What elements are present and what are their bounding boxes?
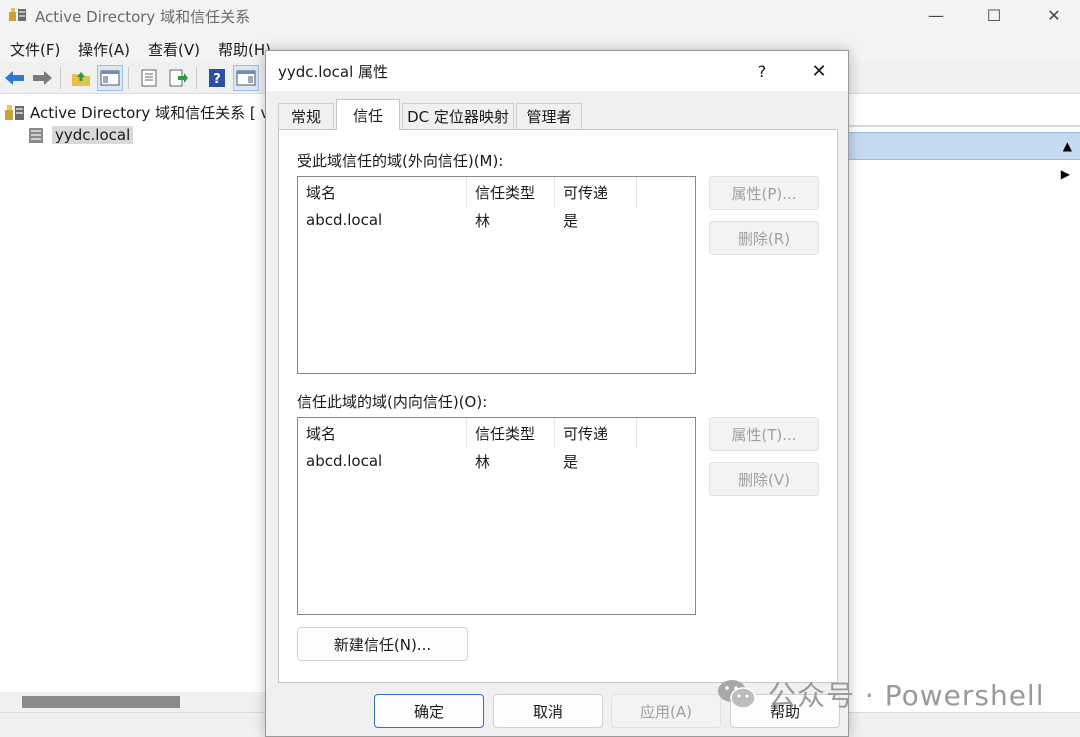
- close-window-button[interactable]: ✕: [1028, 0, 1080, 30]
- watermark: 公众号 · Powershell: [716, 676, 1044, 712]
- cell-domain: abcd.local: [306, 452, 383, 470]
- expand-right-icon[interactable]: ▶: [1061, 167, 1070, 181]
- column-header-transitive[interactable]: 可传递: [555, 418, 637, 448]
- menu-file[interactable]: 文件(F): [10, 39, 60, 60]
- cell-transitive: 是: [563, 211, 579, 230]
- help-book-icon: ?: [209, 69, 225, 87]
- ad-domains-app-icon: [8, 6, 28, 24]
- cell-domain: abcd.local: [306, 211, 383, 229]
- dialog-close-button[interactable]: ✕: [804, 58, 834, 84]
- svg-text:?: ?: [213, 72, 221, 87]
- new-trust-button[interactable]: 新建信任(N)...: [297, 627, 468, 661]
- dialog-title-bar: yydc.local 属性 ? ✕: [266, 51, 848, 91]
- list-item[interactable]: abcd.local 林 是: [298, 207, 695, 233]
- toolbar-separator: [60, 67, 61, 89]
- maximize-icon: ☐: [986, 5, 1002, 25]
- tab-label: DC 定位器映射: [407, 108, 509, 126]
- tab-general[interactable]: 常规: [278, 103, 334, 129]
- show-hide-tree-button[interactable]: [97, 65, 123, 91]
- show-hide-action-pane-button[interactable]: [233, 65, 259, 91]
- cell-trust-type: 林: [475, 211, 491, 230]
- collapse-up-icon: ▲: [1062, 139, 1072, 153]
- back-arrow-icon: [5, 71, 24, 85]
- incoming-trusts-list[interactable]: 域名 信任类型 可传递 abcd.local 林 是: [297, 417, 696, 615]
- export-list-icon: [169, 69, 188, 87]
- cell-trust-type: 林: [475, 452, 491, 471]
- close-icon: ✕: [1047, 5, 1061, 25]
- back-button[interactable]: [2, 65, 28, 91]
- list-item[interactable]: abcd.local 林 是: [298, 448, 695, 474]
- tab-trusts[interactable]: 信任: [336, 99, 400, 130]
- column-header-domain[interactable]: 域名: [298, 418, 467, 448]
- minimize-icon: —: [928, 5, 944, 25]
- export-list-button[interactable]: [165, 65, 191, 91]
- tab-dc-locator-mapping[interactable]: DC 定位器映射: [402, 103, 514, 129]
- outgoing-properties-button[interactable]: 属性(P)...: [709, 176, 819, 210]
- dialog-help-button[interactable]: ?: [750, 59, 774, 83]
- tree-item-label: yydc.local: [52, 126, 134, 144]
- properties-toolbar-button[interactable]: [136, 65, 162, 91]
- domain-icon: [29, 128, 43, 143]
- watermark-text: 公众号 · Powershell: [768, 679, 1045, 712]
- cancel-button[interactable]: 取消: [493, 694, 603, 728]
- column-header-trust-type[interactable]: 信任类型: [467, 418, 555, 448]
- window-title: Active Directory 域和信任关系: [35, 8, 251, 26]
- apply-button[interactable]: 应用(A): [611, 694, 721, 728]
- tab-label: 信任: [352, 106, 383, 125]
- outgoing-trusts-list[interactable]: 域名 信任类型 可传递 abcd.local 林 是: [297, 176, 696, 374]
- tree-root-label: Active Directory 域和信任关系 [ vdc: [30, 103, 288, 122]
- tab-managed-by[interactable]: 管理者: [516, 103, 582, 129]
- tab-label: 管理者: [526, 108, 572, 126]
- incoming-remove-button[interactable]: 删除(V): [709, 462, 819, 496]
- properties-dialog: yydc.local 属性 ? ✕ 常规 信任 DC 定位器映射 管理者 受此域…: [265, 50, 849, 737]
- scrollbar-thumb[interactable]: [22, 696, 180, 708]
- list-header: 域名 信任类型 可传递: [298, 418, 695, 448]
- incoming-properties-button[interactable]: 属性(T)...: [709, 417, 819, 451]
- action-pane-section-header[interactable]: ▲: [848, 132, 1080, 160]
- wechat-icon: [718, 680, 756, 709]
- action-pane: ▲ ▶: [848, 95, 1080, 712]
- forward-button[interactable]: [29, 65, 55, 91]
- toolbar-separator: [128, 67, 129, 89]
- menu-view[interactable]: 查看(V): [148, 39, 200, 60]
- column-header-domain[interactable]: 域名: [298, 177, 467, 207]
- minimize-button[interactable]: —: [910, 0, 962, 30]
- cell-transitive: 是: [563, 452, 579, 471]
- tree-horizontal-scrollbar[interactable]: [0, 692, 266, 712]
- action-pane-icon: [236, 70, 256, 86]
- maximize-button[interactable]: ☐: [968, 0, 1020, 30]
- tree-root[interactable]: Active Directory 域和信任关系 [ vdc: [4, 101, 287, 123]
- menu-help[interactable]: 帮助(H): [218, 39, 271, 60]
- incoming-trusts-label: 信任此域的域(内向信任)(O):: [297, 393, 488, 411]
- help-toolbar-button[interactable]: ?: [204, 65, 230, 91]
- trusts-tab-panel: 受此域信任的域(外向信任)(M): 域名 信任类型 可传递 abcd.local…: [278, 129, 838, 683]
- outgoing-remove-button[interactable]: 删除(R): [709, 221, 819, 255]
- folder-up-icon: [72, 72, 90, 86]
- tab-label: 常规: [290, 108, 321, 126]
- main-title-bar: Active Directory 域和信任关系 — ☐ ✕: [0, 0, 1080, 32]
- ad-domains-trusts-icon: [5, 105, 24, 120]
- column-header-trust-type[interactable]: 信任类型: [467, 177, 555, 207]
- console-tree-icon: [100, 70, 120, 86]
- toolbar-separator: [196, 67, 197, 89]
- list-header: 域名 信任类型 可传递: [298, 177, 695, 207]
- pane-divider: [848, 125, 1080, 127]
- forward-arrow-icon: [33, 71, 52, 85]
- dialog-title: yydc.local 属性: [278, 63, 389, 81]
- console-tree: Active Directory 域和信任关系 [ vdc yydc.local: [0, 95, 287, 693]
- column-header-transitive[interactable]: 可传递: [555, 177, 637, 207]
- menu-action[interactable]: 操作(A): [78, 39, 130, 60]
- up-level-button[interactable]: [68, 65, 94, 91]
- tree-item-yydc-local[interactable]: yydc.local: [26, 124, 134, 146]
- ok-button[interactable]: 确定: [374, 694, 484, 728]
- properties-page-icon: [141, 69, 157, 87]
- outgoing-trusts-label: 受此域信任的域(外向信任)(M):: [297, 152, 504, 170]
